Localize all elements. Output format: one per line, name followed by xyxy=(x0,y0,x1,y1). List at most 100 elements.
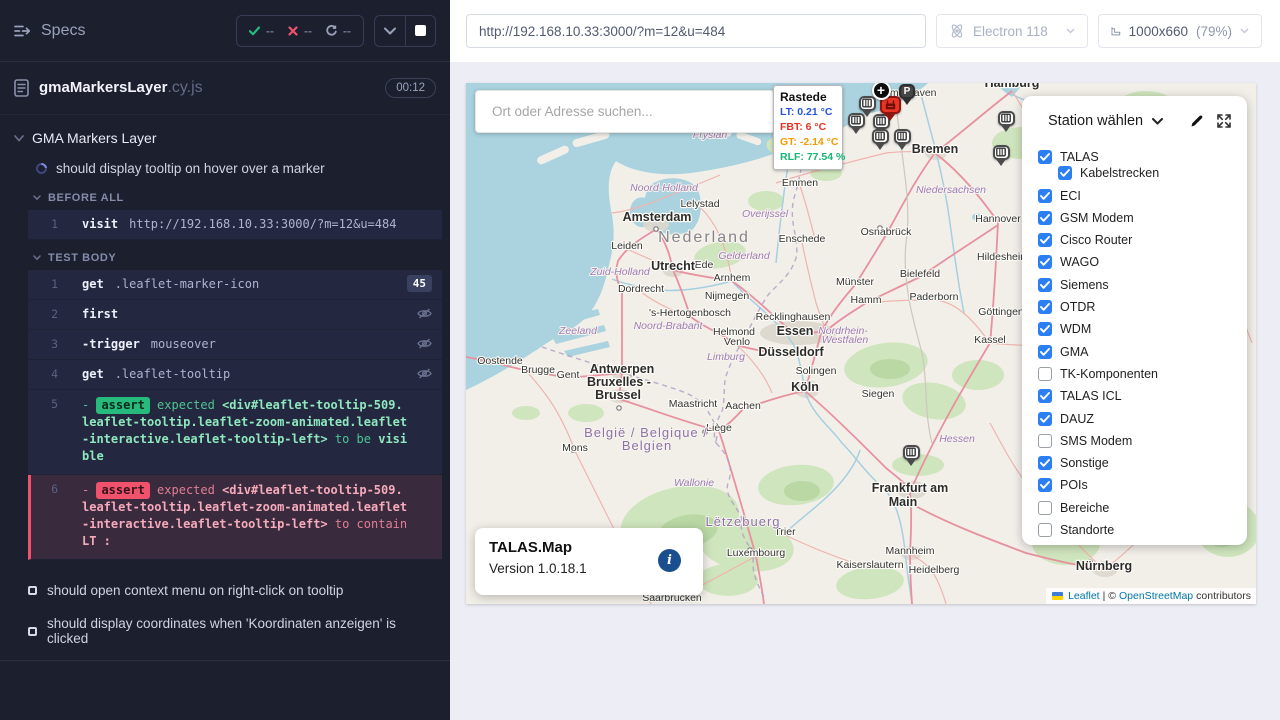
leaflet-link[interactable]: Leaflet xyxy=(1068,590,1100,602)
edit-pencil-icon[interactable] xyxy=(1190,114,1204,128)
station-item-kabelstrecken[interactable]: Kabelstrecken xyxy=(1058,166,1247,180)
map-label: Bielefeld xyxy=(900,268,940,280)
hook-label[interactable]: BEFORE ALL xyxy=(0,184,450,210)
station-item-standorte[interactable]: Standorte xyxy=(1038,523,1247,537)
checkbox-checked[interactable] xyxy=(1038,456,1052,470)
checkbox-checked[interactable] xyxy=(1038,150,1052,164)
station-item-wdm[interactable]: WDM xyxy=(1038,322,1247,336)
osm-link[interactable]: OpenStreetMap xyxy=(1119,590,1193,602)
station-item-gsm-modem[interactable]: GSM Modem xyxy=(1038,211,1247,225)
pending-test-title: should open context menu on right-click … xyxy=(47,583,343,598)
specs-menu-icon[interactable] xyxy=(14,24,31,38)
station-item-tk-komponenten[interactable]: TK-Komponenten xyxy=(1038,367,1247,381)
browser-select[interactable]: Electron 118 xyxy=(936,14,1088,48)
station-marker[interactable] xyxy=(993,145,1010,171)
command-row[interactable]: 4get.leaflet-tooltip xyxy=(28,360,442,390)
url-input[interactable] xyxy=(466,14,926,48)
map-label: Hannover xyxy=(975,213,1021,225)
command-row[interactable]: 1get.leaflet-marker-icon45 xyxy=(28,270,442,300)
map-label: Bruxelles - xyxy=(587,375,651,389)
pending-test-title: should display coordinates when 'Koordin… xyxy=(47,616,436,646)
checkbox-checked[interactable] xyxy=(1038,278,1052,292)
checkbox-checked[interactable] xyxy=(1038,211,1052,225)
chevron-down-icon[interactable] xyxy=(1152,118,1163,125)
assert-failed[interactable]: 6- assert expected <div#leaflet-tooltip-… xyxy=(28,475,442,560)
checkbox-checked[interactable] xyxy=(1058,166,1072,180)
station-item-pois[interactable]: POIs xyxy=(1038,478,1247,492)
assert-dash: - xyxy=(82,398,96,412)
station-item-talas-icl[interactable]: TALAS ICL xyxy=(1038,389,1247,403)
station-item-siemens[interactable]: Siemens xyxy=(1038,278,1247,292)
spec-file-row[interactable]: gmaMarkersLayer.cy.js 00:12 xyxy=(0,62,450,115)
station-label: ECI xyxy=(1060,189,1081,203)
active-test-row[interactable]: should display tooltip on hover over a m… xyxy=(0,153,450,184)
checkbox-unchecked[interactable] xyxy=(1038,367,1052,381)
command-method: visit xyxy=(82,217,118,231)
station-item-bereiche[interactable]: Bereiche xyxy=(1038,501,1247,515)
specs-title[interactable]: Specs xyxy=(41,22,85,40)
cluster-plus-marker[interactable]: + xyxy=(872,83,891,100)
station-item-eci[interactable]: ECI xyxy=(1038,189,1247,203)
stop-run-button[interactable] xyxy=(405,16,435,46)
map-label: Antwerpen xyxy=(590,362,655,376)
checkbox-checked[interactable] xyxy=(1038,233,1052,247)
checkbox-checked[interactable] xyxy=(1038,389,1052,403)
gma-marker-active[interactable] xyxy=(880,96,901,127)
checkbox-checked[interactable] xyxy=(1038,412,1052,426)
checkbox-checked[interactable] xyxy=(1038,189,1052,203)
checkbox-checked[interactable] xyxy=(1038,255,1052,269)
pending-icon xyxy=(28,627,37,636)
checkbox-checked[interactable] xyxy=(1038,322,1052,336)
map-label: Zeeland xyxy=(558,325,598,337)
suite-row[interactable]: GMA Markers Layer xyxy=(0,123,450,153)
chevron-down-icon xyxy=(1240,28,1249,34)
map-search-input[interactable] xyxy=(475,90,775,133)
station-rack-icon xyxy=(851,115,861,125)
station-item-wago[interactable]: WAGO xyxy=(1038,255,1247,269)
station-item-sms-modem[interactable]: SMS Modem xyxy=(1038,434,1247,448)
station-marker[interactable] xyxy=(894,129,911,155)
checkbox-checked[interactable] xyxy=(1038,478,1052,492)
command-row[interactable]: 2first xyxy=(28,300,442,330)
station-select-label[interactable]: Station wählen xyxy=(1048,113,1143,129)
map-label: Liège xyxy=(706,422,732,434)
viewport-select[interactable]: 1000x660 (79%) xyxy=(1098,14,1262,48)
hidden-eye-icon xyxy=(417,338,432,349)
attribution-suffix: contributors xyxy=(1196,590,1251,602)
check-icon xyxy=(1040,459,1050,467)
check-icon xyxy=(1040,258,1050,266)
station-item-otdr[interactable]: OTDR xyxy=(1038,300,1247,314)
station-marker[interactable] xyxy=(998,111,1015,137)
station-item-dauz[interactable]: DAUZ xyxy=(1038,412,1247,426)
assert-passed[interactable]: 5- assert expected <div#leaflet-tooltip-… xyxy=(28,390,442,475)
checkbox-unchecked[interactable] xyxy=(1038,434,1052,448)
station-marker[interactable] xyxy=(872,129,889,155)
checkbox-unchecked[interactable] xyxy=(1038,523,1052,537)
station-item-cisco-router[interactable]: Cisco Router xyxy=(1038,233,1247,247)
station-item-gma[interactable]: GMA xyxy=(1038,345,1247,359)
pending-test-row[interactable]: should open context menu on right-click … xyxy=(0,574,450,607)
checkbox-unchecked[interactable] xyxy=(1038,501,1052,515)
station-marker[interactable] xyxy=(848,113,865,139)
map-label: Gent xyxy=(557,369,580,381)
map-label: Heidelberg xyxy=(909,564,960,576)
map-label: Noord-Brabant xyxy=(634,320,704,332)
command-method: -trigger xyxy=(82,337,140,351)
station-label: GSM Modem xyxy=(1060,211,1134,225)
running-icon xyxy=(326,25,337,36)
fullscreen-expand-icon[interactable] xyxy=(1217,114,1231,128)
checkbox-checked[interactable] xyxy=(1038,300,1052,314)
pending-test-row[interactable]: should display coordinates when 'Koordin… xyxy=(0,607,450,655)
checkbox-checked[interactable] xyxy=(1038,345,1052,359)
station-item-talas[interactable]: TALAS xyxy=(1038,150,1247,164)
command-row[interactable]: 1visithttp://192.168.10.33:3000/?m=12&u=… xyxy=(28,210,442,240)
command-row[interactable]: 3-triggermouseover xyxy=(28,330,442,360)
info-icon[interactable]: i xyxy=(658,549,681,572)
station-item-sonstige[interactable]: Sonstige xyxy=(1038,456,1247,470)
collapse-all-button[interactable] xyxy=(375,16,405,46)
station-marker[interactable] xyxy=(903,445,920,471)
hook-label[interactable]: TEST BODY xyxy=(0,244,450,270)
map-label: Nijmegen xyxy=(705,290,750,302)
parking-marker[interactable]: P xyxy=(899,84,915,110)
map-label: Leiden xyxy=(611,240,643,252)
